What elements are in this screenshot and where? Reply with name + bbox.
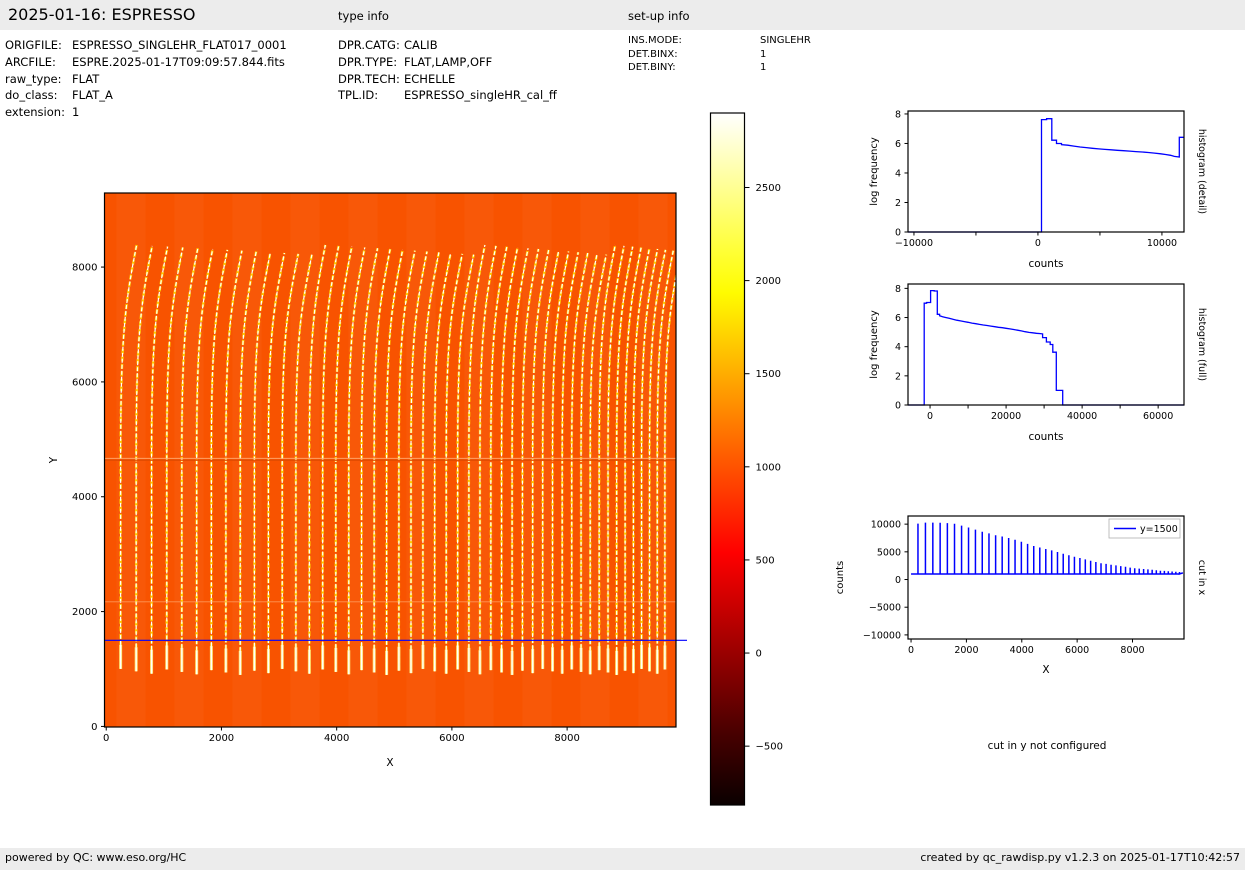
svg-text:5000: 5000 [877,547,901,558]
svg-text:0: 0 [895,575,901,586]
svg-text:20000: 20000 [991,411,1021,422]
svg-text:4000: 4000 [1010,645,1034,656]
svg-text:0: 0 [908,645,914,656]
svg-text:60000: 60000 [1143,411,1173,422]
svg-text:0: 0 [895,401,901,412]
svg-text:4: 4 [895,168,901,179]
svg-text:8000: 8000 [554,733,579,744]
colorbar: −500 0 500 1000 1500 2000 2500 [709,112,783,806]
histogram-detail-plot: −10000 0 1000002468countslog frequency hist… [869,109,1207,270]
svg-text:histogram (full): histogram (full) [1196,308,1207,381]
svg-text:1000: 1000 [756,462,781,473]
svg-text:2500: 2500 [756,183,781,194]
footer-powered-by: powered by QC: www.eso.org/HC [5,851,187,864]
svg-text:4: 4 [895,342,901,353]
main-xaxis-label: X [386,757,393,769]
svg-text:8: 8 [895,284,901,295]
svg-text:0: 0 [756,649,762,660]
svg-text:histogram (detail): histogram (detail) [1196,129,1207,214]
svg-text:cut in x: cut in x [1196,560,1207,596]
svg-text:4000: 4000 [324,733,349,744]
histogram-full-plot: 0 20000 40000 60000 0 2 4 6 8 counts log frequency… [869,283,1207,443]
svg-text:10000: 10000 [871,520,901,531]
svg-text:0: 0 [91,722,97,733]
main-image-plot: 0 2000 4000 6000 8000 0 2000 4000 6000 8000 X Y [48,192,687,769]
svg-text:2: 2 [895,198,901,209]
svg-text:8: 8 [895,109,901,120]
svg-text:y=1500: y=1500 [1140,524,1178,535]
svg-text:500: 500 [756,555,775,566]
svg-text:0: 0 [103,733,109,744]
cut-legend: y=1500 [1108,518,1181,539]
svg-text:8000: 8000 [72,263,97,274]
svg-text:2: 2 [895,371,901,382]
svg-text:40000: 40000 [1067,411,1097,422]
svg-text:6000: 6000 [1065,645,1089,656]
svg-text:counts: counts [835,561,846,594]
svg-text:6000: 6000 [439,733,464,744]
svg-text:−5000: −5000 [869,603,901,614]
svg-text:counts: counts [1028,258,1063,270]
svg-text:−10000: −10000 [863,630,901,641]
svg-text:0: 0 [1035,238,1041,249]
svg-text:2000: 2000 [756,276,781,287]
svg-text:0: 0 [895,228,901,239]
svg-text:10000: 10000 [1147,238,1177,249]
svg-text:counts: counts [1028,431,1063,443]
qc-report-page: 2025-01-16: ESPRESSO type info set-up in… [0,0,1245,870]
cut-in-y-message: cut in y not configured [987,740,1107,752]
svg-text:4000: 4000 [72,492,97,503]
svg-text:log frequency: log frequency [869,310,880,379]
svg-text:X: X [1042,664,1049,676]
svg-text:2000: 2000 [209,733,234,744]
svg-text:−10000: −10000 [895,238,933,249]
cut-in-x-plot: 0 2000 4000 6000 8000 −10000 −5000 0 5000 10000 Xc… [835,515,1207,676]
svg-text:8000: 8000 [1120,645,1144,656]
svg-text:1500: 1500 [756,369,781,380]
svg-text:2000: 2000 [954,645,978,656]
svg-text:6: 6 [895,313,901,324]
svg-text:6: 6 [895,139,901,150]
svg-text:0: 0 [927,411,933,422]
echelle-raw-image [104,193,676,727]
footer-created-by: created by qc_rawdisp.py v1.2.3 on 2025-… [920,851,1240,864]
svg-text:2000: 2000 [72,607,97,618]
svg-text:6000: 6000 [72,377,97,388]
svg-text:log frequency: log frequency [869,137,880,206]
footer-bar: powered by QC: www.eso.org/HC created by… [0,848,1245,870]
main-yaxis-label: Y [48,456,60,464]
svg-text:−500: −500 [756,742,783,753]
